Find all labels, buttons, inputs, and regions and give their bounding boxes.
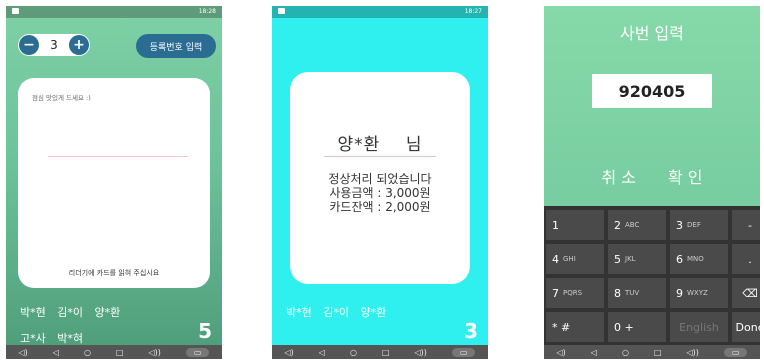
confirm-button[interactable]: 확 인 [668, 164, 703, 188]
result-card: 양*환 님 정상처리 되었습니다 사용금액 : 3,000원 카드잔액 : 2,… [290, 72, 470, 284]
action-row: 취 소 확 인 [544, 164, 760, 188]
home-icon[interactable]: ○ [84, 348, 91, 357]
volume-down-icon[interactable]: ◁) [285, 348, 294, 357]
back-icon[interactable]: ◁ [319, 348, 325, 357]
phone-screen-1: 18:28 − 3 + 등록번호 입력 점심 맛있게 드세요 :) 리더기에 카… [6, 6, 222, 359]
name-item: 김*이 [323, 306, 349, 319]
card-reader-prompt: 리더기에 카드를 읽혀 주십시요 [68, 269, 160, 277]
notification-icon [278, 8, 285, 14]
key-6[interactable]: 6 MNO [670, 244, 728, 274]
recent-apps-icon[interactable]: □ [382, 348, 390, 357]
name-item: 박*현 [286, 306, 312, 319]
key-0[interactable]: 0 + [608, 312, 666, 342]
key-8[interactable]: 8 TUV [608, 278, 666, 308]
divider [48, 156, 188, 157]
card-panel: 점심 맛있게 드세요 :) 리더기에 카드를 읽혀 주십시요 [18, 78, 210, 288]
volume-down-icon[interactable]: ◁) [557, 348, 566, 357]
key-4[interactable]: 4 GHI [546, 244, 604, 274]
count-badge: 5 [198, 319, 212, 343]
person-name: 양*환 님 [290, 130, 470, 155]
key-1[interactable]: 1 [546, 210, 604, 240]
key-5[interactable]: 5 JKL [608, 244, 666, 274]
back-icon[interactable]: ◁ [53, 348, 59, 357]
card-balance: 카드잔액 : 2,000원 [329, 200, 431, 214]
status-bar: 18:28 [6, 6, 222, 18]
names-row: 박*현 김*이 양*환 [286, 304, 394, 320]
quantity-stepper[interactable]: − 3 + [18, 34, 90, 56]
volume-down-icon[interactable]: ◁) [19, 348, 28, 357]
page-title: 사번 입력 [620, 24, 684, 43]
person-name-text: 양*환 [337, 135, 381, 155]
plus-button[interactable]: + [68, 35, 89, 55]
success-message: 정상처리 되었습니다 [328, 172, 432, 186]
numeric-keypad: 1 2 ABC 3 DEF - 4 GHI 5 JKL 6 MNO . 7 PQRS 8 TU… [544, 206, 760, 359]
count-badge: 3 [464, 319, 478, 343]
names-row-1: 박*현 김*이 양*환 [20, 304, 128, 320]
name-item: 박*혀 [57, 332, 83, 345]
navigation-bar: ◁) ◁ ○ □ ◁)) ▭ [544, 345, 760, 359]
honorific: 님 [405, 135, 423, 155]
key-7[interactable]: 7 PQRS [546, 278, 604, 308]
status-time: 18:28 [198, 8, 216, 15]
name-item: 양*환 [94, 306, 121, 319]
name-item: 김*이 [57, 306, 83, 319]
phone-screen-2: 18:27 양*환 님 정상처리 되었습니다 사용금액 : 3,000원 카드잔… [272, 6, 488, 359]
volume-up-icon[interactable]: ◁)) [148, 348, 160, 357]
navigation-bar: ◁) ◁ ○ □ ◁)) ▭ [6, 345, 222, 359]
recent-apps-icon[interactable]: □ [116, 348, 124, 357]
notification-icon [12, 8, 19, 14]
greeting-text: 점심 맛있게 드세요 :) [32, 94, 91, 102]
key-star-hash[interactable]: * # [546, 312, 604, 342]
volume-up-icon[interactable]: ◁)) [686, 348, 698, 357]
names-row-2: 고*사 박*혀 [20, 330, 91, 346]
language-key[interactable]: English [670, 312, 728, 342]
key-minus[interactable]: - [732, 210, 760, 240]
backspace-icon: ⌫ [742, 286, 758, 300]
employee-number-input[interactable]: 920405 [592, 74, 712, 108]
keyboard-icon[interactable]: ▭ [723, 347, 748, 357]
keyboard-icon[interactable]: ▭ [451, 347, 476, 357]
home-icon[interactable]: ○ [622, 348, 629, 357]
name-item: 양*환 [360, 306, 387, 319]
recent-apps-icon[interactable]: □ [654, 348, 662, 357]
home-icon[interactable]: ○ [350, 348, 357, 357]
backspace-key[interactable]: ⌫ [732, 278, 760, 308]
key-2[interactable]: 2 ABC [608, 210, 666, 240]
navigation-bar: ◁) ◁ ○ □ ◁)) ▭ [272, 345, 488, 359]
back-icon[interactable]: ◁ [591, 348, 597, 357]
done-key[interactable]: Done [732, 312, 760, 342]
minus-button[interactable]: − [19, 35, 39, 55]
key-3[interactable]: 3 DEF [670, 210, 728, 240]
key-9[interactable]: 9 WXYZ [670, 278, 728, 308]
divider [324, 156, 436, 157]
key-dot[interactable]: . [732, 244, 760, 274]
status-time: 18:27 [464, 8, 482, 15]
status-bar: 18:27 [272, 6, 488, 18]
register-number-button[interactable]: 등록번호 입력 [136, 34, 216, 58]
name-item: 박*현 [20, 306, 46, 319]
used-amount: 사용금액 : 3,000원 [329, 186, 431, 200]
stepper-value: 3 [50, 38, 58, 52]
result-message: 정상처리 되었습니다 사용금액 : 3,000원 카드잔액 : 2,000원 [290, 172, 470, 214]
keyboard-icon[interactable]: ▭ [185, 347, 210, 357]
name-item: 고*사 [20, 332, 46, 345]
cancel-button[interactable]: 취 소 [601, 164, 636, 188]
volume-up-icon[interactable]: ◁)) [414, 348, 426, 357]
phone-screen-3: 사번 입력 920405 취 소 확 인 1 2 ABC 3 DEF - 4 GHI … [544, 6, 760, 359]
